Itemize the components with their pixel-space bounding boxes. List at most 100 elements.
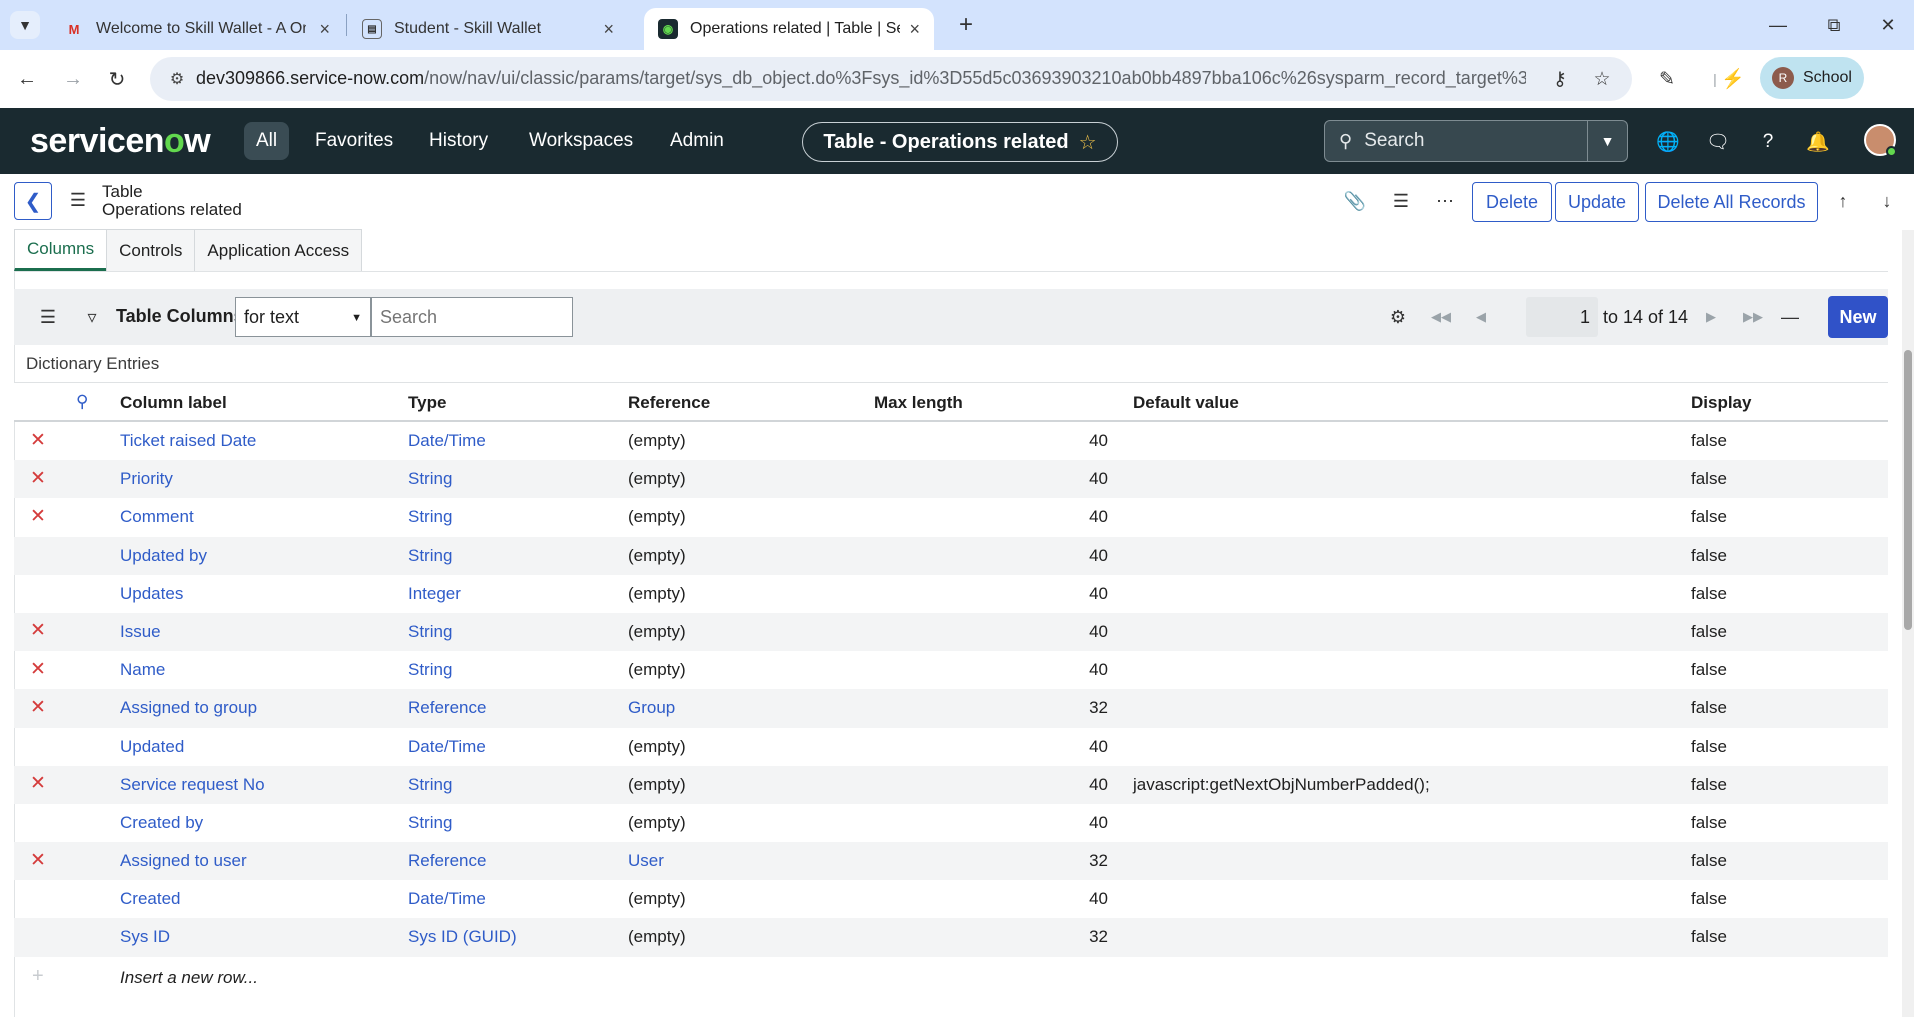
type-link[interactable]: Date/Time <box>408 889 486 909</box>
extensions-icon[interactable]: ✎ <box>1652 64 1682 94</box>
type-link[interactable]: Reference <box>408 698 486 718</box>
column-label-link[interactable]: Created by <box>120 813 203 833</box>
delete-button[interactable]: Delete <box>1472 182 1552 222</box>
favorite-star-icon[interactable]: ☆ <box>1079 130 1097 155</box>
type-link[interactable]: String <box>408 469 452 489</box>
update-button[interactable]: Update <box>1555 182 1639 222</box>
type-link[interactable]: Date/Time <box>408 431 486 451</box>
type-link[interactable]: String <box>408 622 452 642</box>
nav-favorites[interactable]: Favorites <box>303 122 405 160</box>
personalize-sliders-icon[interactable]: ☰ <box>1388 188 1414 214</box>
filter-funnel-icon[interactable]: ▿ <box>80 305 104 329</box>
previous-record-arrow-icon[interactable]: ↑ <box>1830 188 1856 214</box>
reference-cell[interactable]: Group <box>628 698 675 718</box>
servicenow-logo[interactable]: servicenow <box>30 122 211 161</box>
reference-cell[interactable]: User <box>628 851 664 871</box>
type-link[interactable]: String <box>408 775 452 795</box>
column-label-link[interactable]: Service request No <box>120 775 265 795</box>
back-button[interactable]: ❮ <box>14 182 52 220</box>
type-link[interactable]: Sys ID (GUID) <box>408 927 517 947</box>
column-label-link[interactable]: Ticket raised Date <box>120 431 256 451</box>
delete-x-icon[interactable]: ✕ <box>30 506 46 527</box>
tab-close-icon[interactable]: × <box>319 19 330 40</box>
list-menu-icon[interactable]: ☰ <box>36 305 60 329</box>
profile-button[interactable]: R School <box>1760 57 1864 99</box>
delete-x-icon[interactable]: ✕ <box>30 659 46 680</box>
url-bar[interactable]: ⚙ dev309866.service-now.com/now/nav/ui/c… <box>150 57 1632 101</box>
column-label-link[interactable]: Priority <box>120 469 173 489</box>
column-label-link[interactable]: Updated <box>120 737 184 757</box>
insert-row[interactable]: + Insert a new row... <box>14 957 1888 997</box>
delete-x-icon[interactable]: ✕ <box>30 697 46 718</box>
tab-columns[interactable]: Columns <box>14 229 108 271</box>
tab-close-icon[interactable]: × <box>603 19 614 40</box>
user-avatar[interactable] <box>1864 124 1897 157</box>
globe-icon[interactable]: 🌐 <box>1654 128 1682 156</box>
header-default-value[interactable]: Default value <box>1133 393 1239 413</box>
tab-controls[interactable]: Controls <box>106 229 196 271</box>
column-label-link[interactable]: Comment <box>120 507 194 527</box>
tab-close-icon[interactable]: × <box>909 19 920 40</box>
new-tab-button[interactable]: + <box>950 10 982 40</box>
column-label-link[interactable]: Issue <box>120 622 161 642</box>
delete-x-icon[interactable]: ✕ <box>30 430 46 451</box>
browser-tab-servicenow[interactable]: ◉ Operations related | Table | Serv × <box>644 8 934 50</box>
first-page-icon[interactable]: ◀◀ <box>1430 305 1452 329</box>
performance-icon[interactable]: ⚡ <box>1718 64 1748 94</box>
browser-tab-gmail[interactable]: M Welcome to Skill Wallet - A One × <box>50 8 344 50</box>
type-link[interactable]: String <box>408 507 452 527</box>
tab-application-access[interactable]: Application Access <box>194 229 363 271</box>
list-search-input[interactable] <box>371 297 573 337</box>
nav-admin[interactable]: Admin <box>658 122 736 160</box>
column-label-link[interactable]: Assigned to user <box>120 851 247 871</box>
help-icon[interactable]: ? <box>1754 128 1782 156</box>
type-link[interactable]: String <box>408 660 452 680</box>
delete-all-records-button[interactable]: Delete All Records <box>1645 182 1818 222</box>
type-link[interactable]: Integer <box>408 584 461 604</box>
attachment-paperclip-icon[interactable]: 📎 <box>1342 188 1368 214</box>
type-link[interactable]: String <box>408 813 452 833</box>
type-link[interactable]: Date/Time <box>408 737 486 757</box>
header-reference[interactable]: Reference <box>628 393 710 413</box>
reload-icon[interactable]: ↻ <box>102 64 132 94</box>
header-display[interactable]: Display <box>1691 393 1751 413</box>
collapse-list-icon[interactable]: — <box>1778 305 1802 329</box>
close-window-icon[interactable]: ✕ <box>1866 8 1910 42</box>
tab-search-chevron-icon[interactable]: ▼ <box>10 11 40 39</box>
password-key-icon[interactable]: ⚷ <box>1546 66 1574 92</box>
type-link[interactable]: String <box>408 546 452 566</box>
previous-page-icon[interactable]: ◀ <box>1470 305 1492 329</box>
bookmark-star-icon[interactable]: ☆ <box>1588 66 1616 92</box>
insert-new-row-link[interactable]: Insert a new row... <box>120 968 258 988</box>
minimize-icon[interactable]: — <box>1756 8 1800 42</box>
last-page-icon[interactable]: ▶▶ <box>1742 305 1764 329</box>
delete-x-icon[interactable]: ✕ <box>30 620 46 641</box>
next-record-arrow-icon[interactable]: ↓ <box>1874 188 1900 214</box>
global-search-input[interactable]: ⚲ Search <box>1324 120 1588 162</box>
column-label-link[interactable]: Updated by <box>120 546 207 566</box>
forward-icon[interactable]: → <box>58 64 88 94</box>
header-column-label[interactable]: Column label <box>120 393 227 413</box>
column-search-icon[interactable]: ⚲ <box>76 392 88 412</box>
delete-x-icon[interactable]: ✕ <box>30 773 46 794</box>
column-label-link[interactable]: Sys ID <box>120 927 170 947</box>
column-label-link[interactable]: Assigned to group <box>120 698 257 718</box>
column-label-link[interactable]: Name <box>120 660 165 680</box>
context-title-pill[interactable]: Table - Operations related ☆ <box>802 122 1118 162</box>
chat-icon[interactable]: 🗨 <box>1704 128 1732 156</box>
next-page-icon[interactable]: ▶ <box>1700 305 1722 329</box>
site-info-icon[interactable]: ⚙ <box>166 68 188 90</box>
new-button[interactable]: New <box>1828 296 1888 338</box>
type-link[interactable]: Reference <box>408 851 486 871</box>
page-scrollbar-thumb[interactable] <box>1904 350 1912 630</box>
nav-all[interactable]: All <box>244 122 290 160</box>
notifications-bell-icon[interactable]: 🔔 <box>1804 128 1832 156</box>
delete-x-icon[interactable]: ✕ <box>30 850 46 871</box>
header-max-length[interactable]: Max length <box>874 393 963 413</box>
more-options-icon[interactable]: ⋯ <box>1432 188 1458 214</box>
search-scope-chevron-icon[interactable]: ▼ <box>1588 120 1628 162</box>
form-menu-icon[interactable]: ☰ <box>66 188 90 212</box>
nav-history[interactable]: History <box>417 122 500 160</box>
page-number-input[interactable]: 1 <box>1526 297 1598 337</box>
back-icon[interactable]: ← <box>12 64 42 94</box>
